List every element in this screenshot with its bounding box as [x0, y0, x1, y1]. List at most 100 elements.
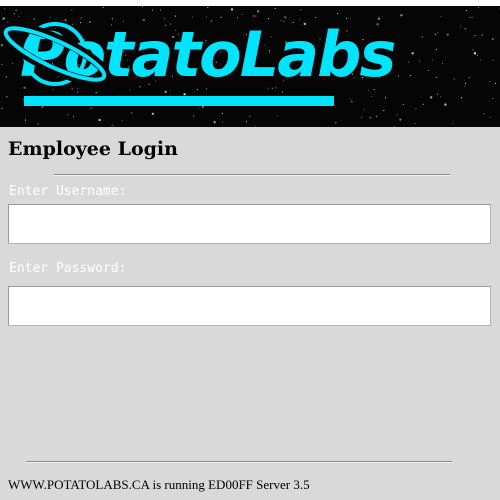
star: [300, 9, 302, 11]
star: [464, 85, 466, 87]
star: [400, 14, 403, 17]
star: [446, 33, 449, 36]
star: [141, 6, 143, 7]
star: [393, 125, 395, 127]
star: [361, 116, 363, 118]
star: [254, 125, 256, 127]
star: [442, 63, 444, 64]
star: [98, 119, 101, 121]
star: [207, 7, 209, 8]
login-page: PotatoLabs Employee Login Enter Username…: [0, 0, 500, 500]
star: [385, 97, 386, 99]
star: [444, 103, 447, 106]
star: [419, 60, 421, 62]
star: [350, 98, 352, 100]
username-input[interactable]: [8, 204, 491, 244]
star: [489, 116, 491, 118]
star: [281, 91, 283, 93]
star: [440, 96, 442, 98]
star: [246, 121, 247, 123]
star: [25, 119, 26, 121]
page-title: Employee Login: [8, 138, 178, 160]
star: [193, 115, 195, 117]
star: [474, 52, 476, 55]
password-input[interactable]: [8, 286, 491, 326]
star: [460, 26, 462, 28]
star: [402, 104, 404, 105]
star: [369, 117, 371, 119]
star: [469, 16, 471, 18]
star: [492, 98, 494, 99]
ringed-planet-icon: [0, 22, 111, 86]
star: [465, 10, 467, 12]
star: [432, 59, 433, 61]
star: [241, 14, 243, 15]
star: [66, 114, 68, 116]
password-label: Enter Password:: [9, 261, 127, 276]
star: [495, 82, 496, 84]
star: [491, 38, 494, 40]
divider-top: [54, 174, 450, 176]
star: [434, 33, 436, 35]
star: [481, 34, 483, 36]
star: [461, 97, 463, 99]
star: [414, 123, 416, 125]
star: [399, 118, 402, 121]
star: [151, 112, 154, 115]
star: [476, 54, 478, 56]
star: [472, 49, 474, 51]
star: [213, 121, 216, 124]
star: [183, 93, 186, 96]
star: [396, 114, 398, 116]
star: [276, 114, 278, 116]
star: [371, 95, 373, 97]
star: [453, 78, 455, 80]
star: [440, 16, 442, 17]
star: [90, 108, 92, 110]
star: [111, 125, 113, 127]
star: [474, 35, 476, 36]
star: [37, 123, 39, 125]
username-label: Enter Username:: [9, 184, 127, 199]
star: [437, 93, 439, 95]
star: [160, 9, 161, 11]
star: [415, 108, 417, 109]
star: [489, 81, 491, 83]
star: [471, 16, 473, 18]
star: [131, 112, 133, 114]
star: [41, 105, 44, 108]
star: [452, 122, 454, 124]
star: [257, 10, 260, 13]
star: [255, 15, 257, 17]
star: [422, 103, 424, 105]
star: [492, 59, 494, 61]
star: [437, 32, 438, 34]
header-banner: PotatoLabs: [0, 6, 500, 127]
star: [253, 15, 255, 17]
star: [398, 75, 399, 77]
star: [430, 96, 433, 99]
star: [383, 109, 385, 111]
star: [335, 122, 337, 124]
star: [478, 6, 480, 8]
star: [364, 109, 366, 110]
star: [198, 107, 200, 109]
star: [336, 13, 338, 15]
server-footer: WWW.POTATOLABS.CA is running ED00FF Serv…: [8, 477, 310, 492]
star: [411, 52, 414, 55]
star: [231, 8, 233, 11]
star: [375, 115, 377, 117]
star: [421, 36, 423, 38]
star: [73, 116, 75, 118]
star: [274, 8, 276, 9]
star: [249, 115, 251, 117]
star: [436, 48, 437, 50]
star: [408, 61, 410, 63]
star: [121, 119, 123, 121]
star: [152, 9, 153, 11]
star: [436, 77, 438, 79]
star: [427, 69, 429, 71]
star: [465, 83, 467, 85]
star: [164, 90, 167, 93]
star: [483, 113, 485, 115]
